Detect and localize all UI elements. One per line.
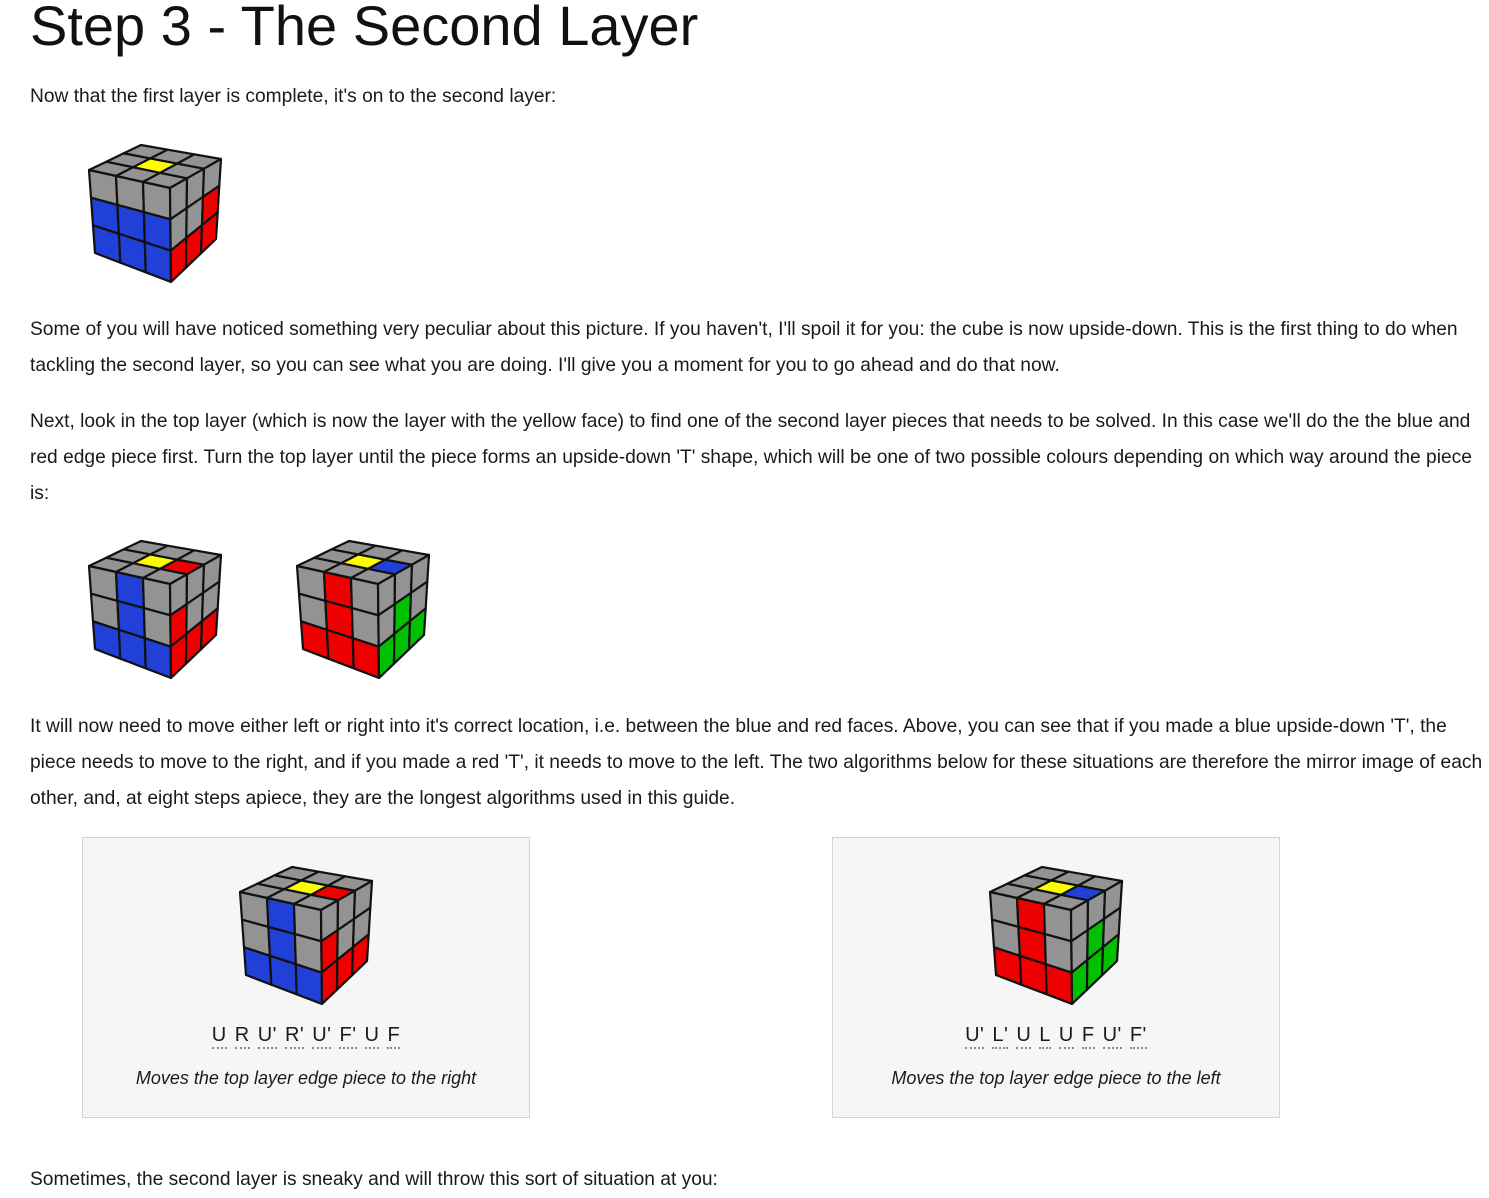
move-notation[interactable]: U <box>211 1024 227 1049</box>
move-notation[interactable]: U' <box>965 1024 985 1049</box>
algorithm-moves: U R U' R' U' F' U F <box>83 1024 529 1049</box>
move-notation[interactable]: U <box>1058 1024 1074 1049</box>
algorithm-box-left: U' L' U L U F U' F' Moves the top layer edge pi… <box>832 837 1280 1118</box>
move-notation[interactable]: R <box>234 1024 250 1049</box>
move-piece-paragraph: It will now need to move either left or … <box>30 716 1483 809</box>
intro-paragraph: Now that the first layer is complete, it… <box>30 86 557 107</box>
move-notation[interactable]: L <box>1039 1024 1051 1049</box>
cube-image-red-t <box>296 539 431 680</box>
algorithm-caption: Moves the top layer edge piece to the le… <box>891 1068 1221 1088</box>
move-notation[interactable]: U <box>1016 1024 1032 1049</box>
sneaky-paragraph: Sometimes, the second layer is sneaky an… <box>30 1169 718 1190</box>
move-notation[interactable]: F' <box>1129 1024 1147 1049</box>
algorithm-caption: Moves the top layer edge piece to the ri… <box>135 1068 477 1088</box>
move-notation[interactable]: U' <box>257 1024 277 1049</box>
move-notation[interactable]: L' <box>992 1024 1009 1049</box>
move-notation[interactable]: F' <box>339 1024 357 1049</box>
find-piece-paragraph: Next, look in the top layer (which is no… <box>30 411 1472 504</box>
cube-image-first-layer <box>88 143 223 284</box>
move-notation[interactable]: U' <box>1102 1024 1122 1049</box>
upside-down-paragraph: Some of you will have noticed something … <box>30 319 1458 376</box>
page-title: Step 3 - The Second Layer <box>30 0 699 57</box>
algorithm-cube-image <box>239 865 374 1006</box>
algorithm-box-right: U R U' R' U' F' U F Moves the top layer edge pi… <box>82 837 530 1118</box>
move-notation[interactable]: R' <box>284 1024 305 1049</box>
algorithm-cube-image <box>989 865 1124 1006</box>
move-notation[interactable]: F <box>1081 1024 1095 1049</box>
move-notation[interactable]: U' <box>312 1024 332 1049</box>
algorithm-moves: U' L' U L U F U' F' <box>833 1024 1279 1049</box>
move-notation[interactable]: F <box>387 1024 401 1049</box>
cube-image-blue-t <box>88 539 223 680</box>
move-notation[interactable]: U <box>364 1024 380 1049</box>
